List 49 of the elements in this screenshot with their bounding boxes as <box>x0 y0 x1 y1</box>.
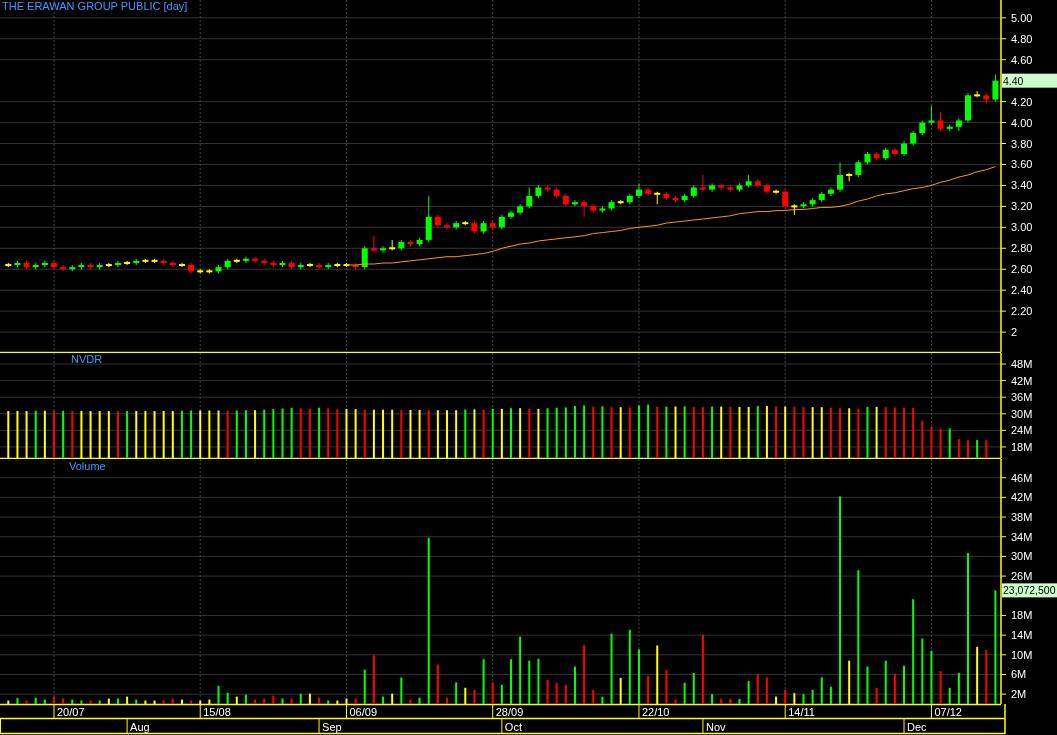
axis-label: 4.00 <box>1011 116 1033 129</box>
chart-title: THE ERAWAN GROUP PUBLIC [day] <box>2 0 188 12</box>
axis-label: 3.00 <box>1011 221 1033 234</box>
date-label: 14/11 <box>788 706 815 718</box>
axis-label: 4.20 <box>1011 95 1033 108</box>
month-label: Aug <box>130 721 150 733</box>
month-label: Sep <box>322 721 342 733</box>
axis-label: 3.20 <box>1011 200 1033 213</box>
axis-label: 5.00 <box>1011 11 1033 24</box>
axis-label: 34M <box>1011 530 1033 543</box>
date-label: 06/09 <box>349 706 377 718</box>
axis-label: 4.80 <box>1011 32 1033 45</box>
date-label: 15/08 <box>203 706 231 718</box>
axis-label: 30M <box>1011 407 1033 420</box>
axis-label: 36M <box>1011 391 1033 404</box>
axis-label: 2.60 <box>1011 263 1033 276</box>
axis-label: 24M <box>1011 424 1033 437</box>
axis-label: 3.60 <box>1011 158 1033 171</box>
date-label: 20/07 <box>57 706 85 718</box>
series-label: NVDR <box>71 353 103 365</box>
axis-label: 2M <box>1011 688 1027 701</box>
month-label: Oct <box>504 721 522 733</box>
series-label: Volume <box>69 460 106 472</box>
axis-label: 6M <box>1011 668 1027 681</box>
axis-label: 42M <box>1011 491 1033 504</box>
date-label: 07/12 <box>934 706 962 718</box>
month-label: Nov <box>705 721 726 733</box>
axis-label: 46M <box>1011 471 1033 484</box>
axis-label: 4.60 <box>1011 53 1033 66</box>
date-label: 28/09 <box>495 706 524 718</box>
axis-label: 48M <box>1011 358 1033 371</box>
axis-label: 2.20 <box>1011 305 1033 318</box>
axis-label: 14M <box>1011 629 1033 642</box>
axis-label: 26M <box>1011 570 1033 583</box>
axis-label: 3.80 <box>1011 137 1033 150</box>
value-tag: 4.40 <box>1002 73 1057 88</box>
value-tag: 23,072,500 <box>1002 583 1057 598</box>
month-label: Dec <box>907 721 927 733</box>
axis-label: 18M <box>1011 609 1033 622</box>
axis-label: 2.80 <box>1011 242 1033 255</box>
axis-label: 18M <box>1011 440 1033 453</box>
axis-label: 42M <box>1011 374 1033 387</box>
axis-label: 3.40 <box>1011 179 1033 192</box>
date-label: 22/10 <box>641 706 670 718</box>
axis-label: 2 <box>1011 326 1018 339</box>
axis-label: 2.40 <box>1011 284 1033 297</box>
axis-label: 38M <box>1011 511 1033 524</box>
axis-label: 30M <box>1011 550 1033 563</box>
axis-label: 10M <box>1011 648 1033 661</box>
